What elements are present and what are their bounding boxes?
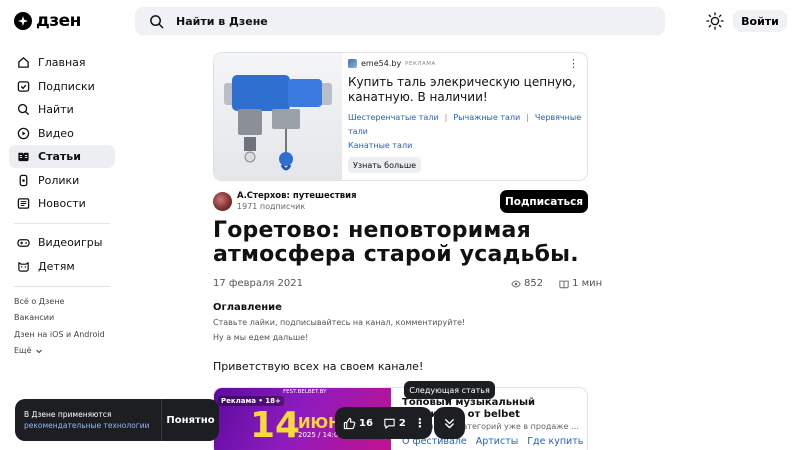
more-actions-button[interactable]: ⋮ <box>414 416 426 430</box>
sidebar-divider <box>14 223 110 224</box>
sidebar-item-news[interactable]: Новости <box>9 192 115 215</box>
articles-icon <box>18 152 29 162</box>
avatar[interactable] <box>213 191 232 211</box>
ad-cta-button[interactable]: Узнать больше <box>348 157 422 173</box>
sidebar-item-home[interactable]: Главная <box>9 51 115 74</box>
more-label: Ещё <box>14 346 32 355</box>
sidebar-item-videogames[interactable]: Видеоигры <box>9 231 115 254</box>
toc-heading: Оглавление <box>213 302 282 313</box>
video-icon <box>17 127 30 139</box>
footer-link-jobs[interactable]: Вакансии <box>9 310 115 327</box>
sidebar-item-label: Видеоигры <box>38 236 103 249</box>
toc-item[interactable]: Ставьте лайки, подписывайтесь на канал, … <box>213 318 465 327</box>
cookie-message: В Дзене применяются <box>24 410 112 419</box>
logo-text: дзен <box>36 11 81 31</box>
reaction-bar: 16 2 ⋮ <box>335 407 432 439</box>
sidebar-item-subscriptions[interactable]: Подписки <box>9 75 115 98</box>
cookie-text: В Дзене применяются рекомендательные тех… <box>24 409 149 431</box>
card-link-artists[interactable]: Артисты <box>476 436 519 447</box>
cookie-accept-button[interactable]: Понятно <box>161 399 219 441</box>
ad-link[interactable]: Канатные тали <box>348 141 412 150</box>
cookie-link[interactable]: рекомендательные технологии <box>24 420 149 431</box>
footer-link-about[interactable]: Всё о Дзене <box>9 294 115 311</box>
like-button[interactable]: 16 <box>343 417 373 430</box>
header: дзен Найти в Дзене Войти <box>0 0 800 42</box>
author-subscribers: 1971 подписчик <box>237 202 306 211</box>
author-info: А.Стерхов: путешествия 1971 подписчик <box>237 191 357 211</box>
ad-source: eme54.by РЕКЛАМА <box>348 59 584 68</box>
ad-favicon-icon <box>348 59 357 68</box>
search-icon <box>150 14 164 28</box>
comment-icon <box>384 418 395 429</box>
ad-body: eme54.by РЕКЛАМА Купить таль элекрическу… <box>348 59 584 153</box>
ad-image <box>214 53 342 180</box>
card-links: О фестивале Артисты Где купить <box>402 436 583 447</box>
search-placeholder: Найти в Дзене <box>176 14 268 28</box>
news-icon <box>17 198 30 209</box>
sidebar-item-label: Статьи <box>38 150 81 163</box>
subscribe-button[interactable]: Подписаться <box>500 190 588 213</box>
sidebar-item-label: Главная <box>38 56 86 69</box>
author-block[interactable]: А.Стерхов: путешествия 1971 подписчик <box>213 191 357 211</box>
article-date: 17 февраля 2021 <box>213 278 304 289</box>
sidebar-item-search[interactable]: Найти <box>9 98 115 121</box>
article-title: Горетово: неповторимая атмосфера старой … <box>213 218 579 267</box>
ad-link[interactable]: Рычажные тали <box>453 113 520 122</box>
sidebar-item-label: Новости <box>38 197 86 210</box>
more-vertical-icon: ⋮ <box>413 416 426 430</box>
home-icon <box>18 57 29 68</box>
toc-item[interactable]: Ну а мы едем дальше! <box>213 333 308 342</box>
next-article-tooltip: Следующая статья <box>404 381 495 403</box>
cookie-toast: В Дзене применяются рекомендательные тех… <box>15 399 219 441</box>
thumbs-up-icon <box>343 417 356 429</box>
subscriptions-icon <box>17 80 30 92</box>
chevron-down-icon <box>35 349 42 354</box>
sidebar-item-label: Ролики <box>38 173 80 187</box>
search-icon <box>17 103 30 116</box>
article-stats: 852 1 мин <box>511 278 602 289</box>
ad-menu-icon[interactable]: ⋮ <box>568 57 579 70</box>
sidebar-item-label: Подписки <box>38 79 95 93</box>
comments-count: 2 <box>398 417 406 429</box>
ad-link[interactable]: Шестеренчатые тали <box>348 113 439 122</box>
eye-icon <box>511 280 521 287</box>
sun-icon[interactable] <box>706 12 724 30</box>
ad-banner[interactable]: eme54.by РЕКЛАМА Купить таль элекрическу… <box>213 52 588 181</box>
card-site: FEST.BELBET.BY <box>283 389 327 395</box>
footer-link-apps[interactable]: Дзен на iOS и Android <box>9 327 115 344</box>
ad-links: Шестеренчатые тали | Рычажные тали | Червячн… <box>348 113 582 150</box>
more-button[interactable]: Ещё <box>9 343 115 360</box>
card-link-buy[interactable]: Где купить <box>527 436 583 447</box>
sidebar-item-video[interactable]: Видео <box>9 122 115 145</box>
logo[interactable]: дзен <box>14 11 81 31</box>
sidebar: Главная Подписки Найти Видео Статьи Роли… <box>9 51 115 360</box>
read-time: 1 мин <box>572 278 603 289</box>
dzen-logo-icon <box>14 12 32 30</box>
sidebar-divider <box>14 285 110 287</box>
sidebar-item-shorts[interactable]: Ролики <box>9 169 115 192</box>
card-big-number: 14 <box>250 405 301 446</box>
ad-title[interactable]: Купить таль элекрическую цепную, канатну… <box>348 75 584 105</box>
double-chevron-down-icon <box>445 418 454 428</box>
shorts-icon <box>19 174 28 186</box>
likes-count: 16 <box>359 417 373 429</box>
article-paragraph: Приветствую всех на своем канале! <box>213 360 424 373</box>
login-button[interactable]: Войти <box>733 10 787 32</box>
sidebar-item-label: Видео <box>38 126 74 140</box>
ad-tag: РЕКЛАМА <box>405 60 436 67</box>
comments-button[interactable]: 2 <box>383 417 406 430</box>
search-input[interactable]: Найти в Дзене <box>135 7 665 35</box>
sidebar-item-articles[interactable]: Статьи <box>9 145 115 168</box>
next-article-button[interactable] <box>434 407 465 439</box>
sidebar-item-kids[interactable]: Детям <box>9 255 115 278</box>
views-count: 852 <box>524 278 544 289</box>
sidebar-item-label: Найти <box>38 103 74 116</box>
ad-source-name: eme54.by <box>361 59 402 68</box>
hoist-image <box>224 75 332 171</box>
book-icon <box>559 280 569 288</box>
author-name[interactable]: А.Стерхов: путешествия <box>237 191 357 201</box>
kids-icon <box>18 261 29 272</box>
gamepad-icon <box>17 239 30 247</box>
sidebar-item-label: Детям <box>38 259 75 273</box>
